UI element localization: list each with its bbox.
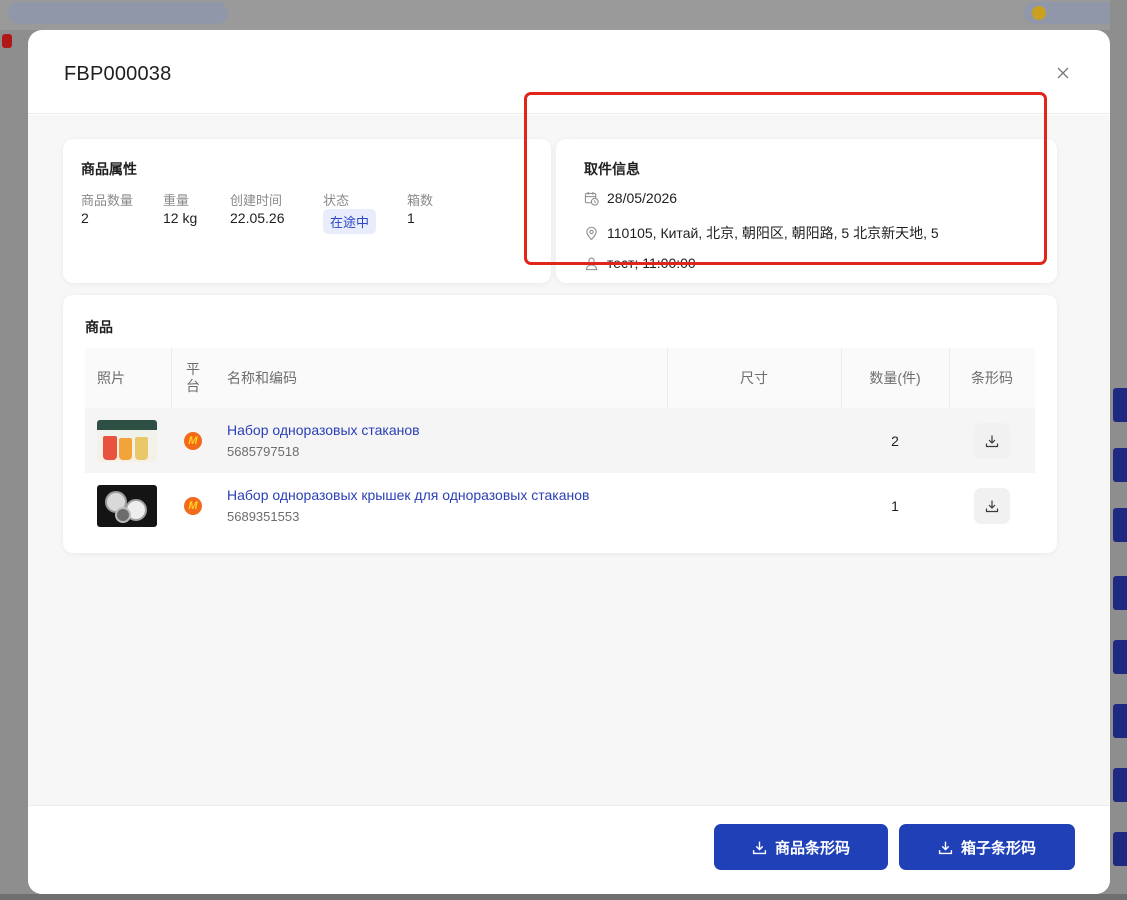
download-barcode-button[interactable] — [974, 487, 1010, 524]
close-icon — [1057, 67, 1069, 79]
attr-boxes: 箱数 1 — [407, 190, 433, 226]
size-cell — [667, 473, 841, 538]
table-row: M Набор одноразовых крышек для одноразов… — [85, 473, 1035, 538]
download-icon — [985, 500, 999, 512]
attr-value: 22.05.26 — [230, 210, 285, 226]
product-barcode-button[interactable]: 商品条形码 — [714, 824, 888, 870]
product-name-link[interactable]: Набор одноразовых стаканов — [227, 422, 420, 438]
download-icon — [938, 841, 953, 854]
column-platform-line1: 平 — [186, 361, 200, 377]
pickup-date: 28/05/2026 — [607, 190, 678, 206]
product-name-link[interactable]: Набор одноразовых крышек для одноразовых… — [227, 487, 589, 503]
name-cell: Набор одноразовых крышек для одноразовых… — [215, 473, 667, 538]
background-action-button — [1113, 640, 1127, 674]
product-attributes-card: 商品属性 商品数量 2 重量 12 kg 创建时间 22.05.26 状态 在途… — [63, 139, 551, 283]
photo-cell — [85, 473, 171, 538]
table-row: M Набор одноразовых стаканов 5685797518 … — [85, 408, 1035, 473]
attributes-title: 商品属性 — [81, 161, 137, 177]
modal-title: FBP000038 — [64, 63, 172, 85]
column-barcode: 条形码 — [949, 348, 1035, 408]
attr-label: 状态 — [323, 193, 350, 208]
attr-label: 商品数量 — [81, 193, 134, 208]
goods-table: 照片 平 台 名称和编码 尺寸 数量(件) 条形码 M Набор однора… — [85, 348, 1035, 538]
background-avatar — [1032, 6, 1046, 20]
attr-value: 2 — [81, 210, 89, 226]
modal-header: FBP000038 — [28, 30, 1110, 114]
product-barcode-label: 商品条形码 — [774, 839, 850, 857]
pickup-contact-row: тест; 11:00:00 — [584, 255, 696, 271]
product-code: 5689351553 — [227, 509, 300, 524]
pickup-title: 取件信息 — [584, 161, 640, 177]
user-icon — [585, 257, 598, 270]
pickup-contact: тест; 11:00:00 — [607, 255, 696, 271]
box-barcode-label: 箱子条形码 — [960, 839, 1036, 857]
attr-weight: 重量 12 kg — [163, 190, 197, 226]
yandex-market-icon: M — [184, 431, 202, 450]
background-action-button — [1113, 388, 1127, 422]
background-footer — [0, 894, 1127, 900]
column-platform: 平 台 — [171, 348, 215, 408]
attr-created: 创建时间 22.05.26 — [230, 190, 285, 226]
attr-label: 创建时间 — [230, 193, 283, 208]
column-quantity: 数量(件) — [841, 348, 949, 408]
background-filter-chip — [8, 2, 228, 24]
download-icon — [985, 435, 999, 447]
yandex-market-icon: M — [184, 496, 202, 515]
quantity-cell: 1 — [891, 497, 899, 514]
goods-card: 商品 照片 平 台 名称和编码 尺寸 数量(件) 条形码 M Набор одн… — [63, 295, 1057, 553]
background-action-button — [1113, 508, 1127, 542]
background-action-button — [1113, 768, 1127, 802]
platform-cell: M — [171, 408, 215, 473]
attr-value: 1 — [407, 210, 415, 226]
calendar-clock-icon — [584, 191, 599, 206]
shipment-detail-modal: FBP000038 商品属性 商品数量 2 重量 12 kg 创建时间 22.0… — [28, 30, 1110, 894]
attr-status: 状态 在途中 — [323, 190, 377, 234]
background-action-button — [1113, 704, 1127, 738]
attr-value: 12 kg — [163, 210, 198, 226]
barcode-cell — [949, 408, 1035, 473]
pickup-info-card: 取件信息 28/05/2026 110105, Китай, 北京, 朝阳区, … — [556, 139, 1057, 283]
column-photo: 照片 — [97, 370, 125, 386]
background-action-button — [1113, 576, 1127, 610]
size-cell — [667, 408, 841, 473]
column-platform-line2: 台 — [186, 378, 200, 394]
platform-cell: M — [171, 473, 215, 538]
quantity-cell: 2 — [891, 432, 899, 449]
table-header: 照片 平 台 名称和编码 尺寸 数量(件) 条形码 — [85, 348, 1035, 408]
download-barcode-button[interactable] — [974, 422, 1010, 459]
status-badge: 在途中 — [323, 209, 377, 234]
background-status-dot — [2, 34, 12, 48]
attr-quantity: 商品数量 2 — [81, 190, 133, 226]
modal-footer: 商品条形码 箱子条形码 — [28, 805, 1110, 894]
box-barcode-button[interactable]: 箱子条形码 — [899, 824, 1075, 870]
close-button[interactable] — [1050, 60, 1076, 86]
product-thumbnail[interactable] — [97, 419, 157, 462]
photo-cell — [85, 408, 171, 473]
column-name: 名称和编码 — [227, 370, 297, 386]
column-size: 尺寸 — [667, 348, 841, 408]
location-pin-icon — [586, 226, 597, 240]
product-thumbnail[interactable] — [97, 484, 157, 527]
background-action-button — [1113, 832, 1127, 866]
pickup-date-row: 28/05/2026 — [584, 190, 677, 206]
pickup-address: 110105, Китай, 北京, 朝阳区, 朝阳路, 5 北京新天地, 5 — [607, 225, 939, 241]
goods-title: 商品 — [85, 319, 113, 335]
background-action-button — [1113, 448, 1127, 482]
download-icon — [752, 841, 767, 854]
attr-label: 重量 — [163, 193, 190, 208]
attr-label: 箱数 — [407, 193, 434, 208]
pickup-address-row: 110105, Китай, 北京, 朝阳区, 朝阳路, 5 北京新天地, 5 — [584, 223, 939, 243]
product-code: 5685797518 — [227, 444, 300, 459]
barcode-cell — [949, 473, 1035, 538]
name-cell: Набор одноразовых стаканов 5685797518 — [215, 408, 667, 473]
modal-body: 商品属性 商品数量 2 重量 12 kg 创建时间 22.05.26 状态 在途… — [28, 115, 1110, 805]
